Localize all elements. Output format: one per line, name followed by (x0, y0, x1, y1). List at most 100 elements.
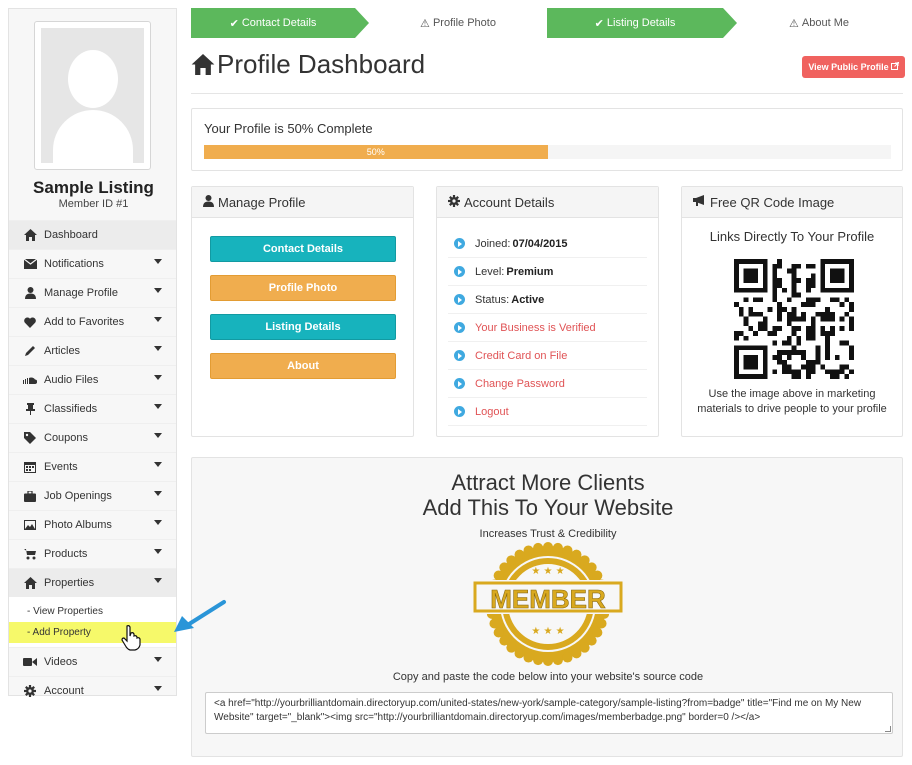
badge-code-textarea[interactable]: <a href="http://yourbrilliantdomain.dire… (205, 692, 893, 734)
profile-photo-button[interactable]: Profile Photo (210, 275, 396, 301)
qr-module (748, 259, 754, 264)
qr-module (762, 283, 768, 288)
sidebar-item-label: Coupons (44, 432, 89, 444)
qr-module (791, 292, 797, 298)
qr-module (743, 316, 749, 322)
qr-module (825, 287, 830, 293)
qr-module (830, 331, 835, 336)
image-icon (23, 518, 37, 532)
logout-row[interactable]: Logout (448, 398, 647, 426)
sidebar-item-properties[interactable]: Properties (9, 568, 176, 597)
sidebar-item-job-openings[interactable]: Job Openings (9, 481, 176, 510)
resize-handle-icon[interactable] (885, 726, 891, 732)
qr-module (810, 297, 816, 303)
sidebar-item-photo-albums[interactable]: Photo Albums (9, 510, 176, 539)
qr-module (820, 311, 826, 317)
sidebar-item-events[interactable]: Events (9, 452, 176, 481)
qr-module (758, 311, 763, 317)
caret-down-icon[interactable] (154, 404, 162, 409)
caret-down-icon[interactable] (154, 491, 162, 496)
view-public-profile-button[interactable]: View Public Profile (802, 56, 905, 78)
business-verified-link[interactable]: Your Business is Verified (475, 322, 596, 334)
sidebar-item-coupons[interactable]: Coupons (9, 423, 176, 452)
sidebar-subitem-view-properties[interactable]: - View Properties (9, 601, 176, 622)
wizard-step-label: Listing Details (606, 17, 676, 29)
wizard-step-profile-photo[interactable]: ⚠ Profile Photo (369, 8, 547, 38)
caret-down-icon[interactable] (154, 259, 162, 264)
caret-down-icon[interactable] (154, 375, 162, 380)
avatar[interactable] (34, 21, 151, 170)
wizard-step-contact-details[interactable]: ✔ Contact Details (191, 8, 355, 38)
play-circle-icon (454, 238, 465, 249)
caret-down-icon[interactable] (154, 578, 162, 583)
level-label: Level: (475, 265, 505, 278)
caret-down-icon[interactable] (154, 549, 162, 554)
wizard-step-listing-details[interactable]: ✔ Listing Details (547, 8, 723, 38)
qr-module (796, 350, 802, 355)
play-circle-icon (454, 266, 465, 277)
hand-cursor-icon (121, 625, 141, 651)
qr-module (849, 355, 854, 360)
caret-down-icon[interactable] (154, 433, 162, 438)
qr-module (753, 364, 758, 370)
badge-edge-tooth (506, 555, 517, 566)
sidebar-item-account[interactable]: Account (9, 676, 176, 705)
sidebar-subitem-add-property[interactable]: - Add Property (9, 622, 176, 643)
qr-module (839, 340, 845, 346)
sidebar-item-label: Manage Profile (44, 287, 118, 299)
qr-module (810, 369, 816, 375)
credit-card-row[interactable]: Credit Card on File (448, 342, 647, 370)
caret-down-icon[interactable] (154, 462, 162, 467)
sidebar-item-dashboard[interactable]: Dashboard (9, 220, 176, 249)
qr-module (734, 374, 739, 379)
qr-module (791, 278, 797, 283)
credit-card-link[interactable]: Credit Card on File (475, 350, 567, 362)
qr-code-image[interactable] (734, 259, 854, 379)
sidebar-item-audio-files[interactable]: Audio Files (9, 365, 176, 394)
qr-module (791, 369, 797, 375)
qr-module (791, 374, 797, 379)
qr-module (753, 278, 758, 283)
tag-icon (23, 431, 37, 445)
sidebar-item-videos[interactable]: Videos (9, 647, 176, 676)
sidebar-item-products[interactable]: Products (9, 539, 176, 568)
change-password-link[interactable]: Change Password (475, 378, 565, 390)
sidebar-item-add-to-favorites[interactable]: Add to Favorites (9, 307, 176, 336)
change-password-row[interactable]: Change Password (448, 370, 647, 398)
caret-down-icon[interactable] (154, 686, 162, 691)
caret-down-icon[interactable] (154, 346, 162, 351)
qr-module (786, 335, 792, 341)
listing-details-button[interactable]: Listing Details (210, 314, 396, 340)
wizard-step-about-me[interactable]: ⚠ About Me (737, 8, 901, 38)
qr-module (786, 316, 792, 322)
qr-module (772, 278, 778, 283)
qr-module (758, 345, 763, 351)
badge-text: MEMBER (490, 584, 606, 614)
qr-module (796, 335, 802, 341)
qr-module (748, 278, 754, 283)
qr-module (791, 263, 797, 269)
logout-link[interactable]: Logout (475, 406, 509, 418)
qr-module (748, 359, 754, 365)
qr-module (782, 350, 787, 355)
sidebar-item-notifications[interactable]: Notifications (9, 249, 176, 278)
caret-down-icon[interactable] (154, 317, 162, 322)
qr-module (753, 355, 758, 360)
business-verified-row[interactable]: Your Business is Verified (448, 314, 647, 342)
qr-module (801, 364, 806, 370)
caret-down-icon[interactable] (154, 520, 162, 525)
qr-module (782, 287, 787, 293)
qr-code-panel: Free QR Code Image Links Directly To You… (681, 186, 903, 437)
qr-module (834, 374, 840, 379)
qr-module (849, 302, 854, 307)
sidebar-item-manage-profile[interactable]: Manage Profile (9, 278, 176, 307)
envelope-icon (23, 257, 37, 271)
caret-down-icon[interactable] (154, 288, 162, 293)
caret-down-icon[interactable] (154, 657, 162, 662)
sidebar-item-articles[interactable]: Articles (9, 336, 176, 365)
sidebar-item-classifieds[interactable]: Classifieds (9, 394, 176, 423)
badge-edge-tooth (571, 648, 582, 659)
contact-details-button[interactable]: Contact Details (210, 236, 396, 262)
qr-module (748, 326, 754, 331)
about-button[interactable]: About (210, 353, 396, 379)
